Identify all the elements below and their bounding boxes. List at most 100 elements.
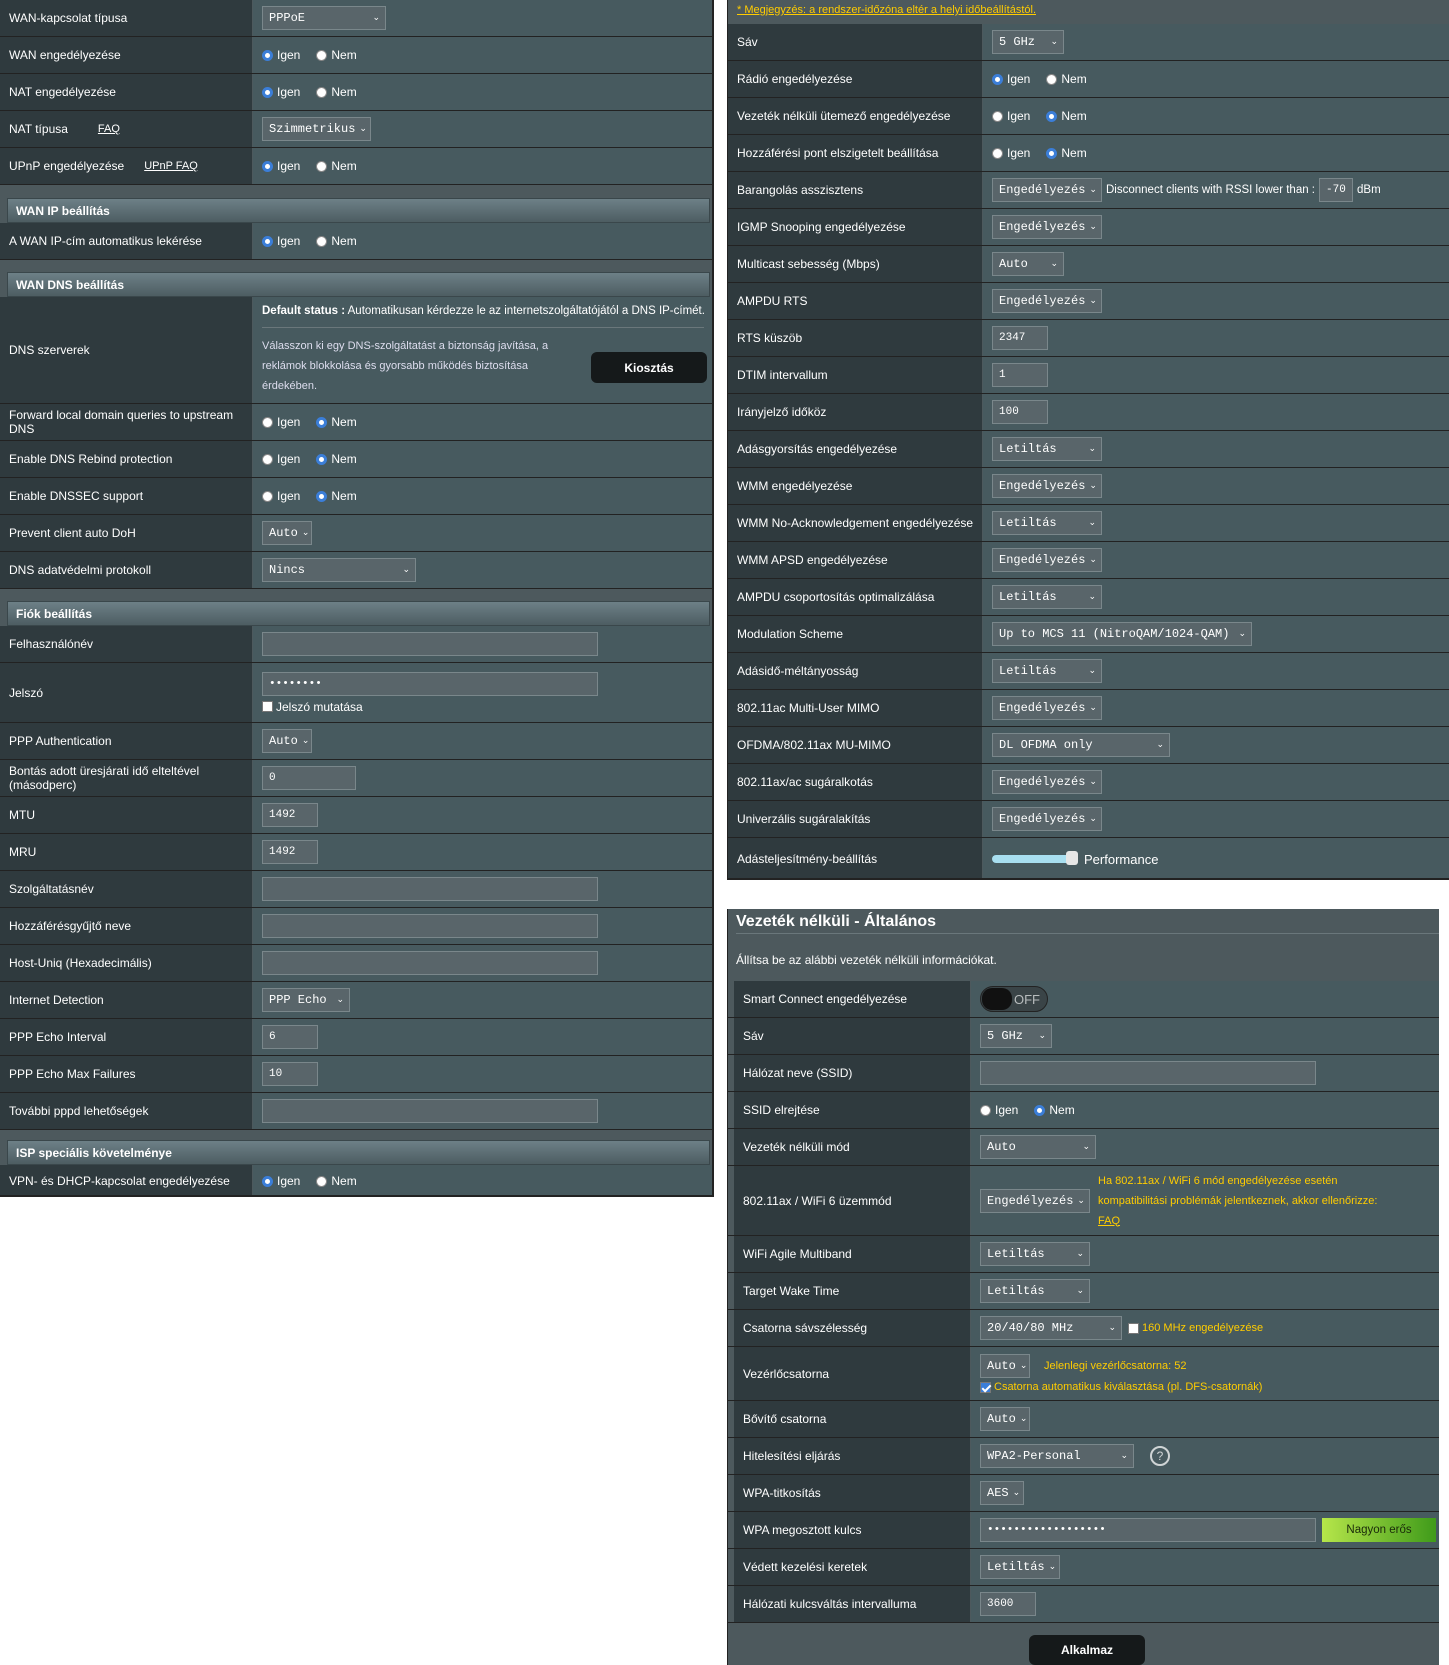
ampdu-opt-select[interactable]: Letiltás ⌄ (992, 585, 1102, 609)
bandwidth-select[interactable]: 20/40/80 MHz ⌄ (980, 1316, 1122, 1340)
univ-beam-select[interactable]: Engedélyezés ⌄ (992, 807, 1102, 831)
slider-handle[interactable] (1066, 851, 1078, 865)
radio-no[interactable]: Nem (1046, 72, 1087, 86)
wmm-apsd-select[interactable]: Engedélyezés ⌄ (992, 548, 1102, 572)
radio-yes[interactable]: Igen (262, 452, 300, 466)
rssi-input[interactable]: -70 (1319, 178, 1354, 202)
service-input[interactable] (262, 877, 598, 901)
apply-button[interactable]: Alkalmaz (1029, 1635, 1145, 1665)
160mhz-checkbox[interactable]: 160 MHz engedélyezése (1128, 1322, 1263, 1334)
echo-fail-input[interactable]: 10 (262, 1062, 318, 1086)
radio-no[interactable]: Nem (1046, 109, 1087, 123)
igmp-select[interactable]: Engedélyezés ⌄ (992, 215, 1102, 239)
assign-button[interactable]: Kiosztás (591, 352, 707, 383)
modulation-select[interactable]: Up to MCS 11 (NitroQAM/1024-QAM) ⌄ (992, 622, 1252, 646)
idle-input[interactable]: 0 (262, 766, 356, 790)
mru-input[interactable]: 1492 (262, 840, 318, 864)
echo-interval-input[interactable]: 6 (262, 1025, 318, 1049)
chevron-down-icon: ⌄ (1089, 296, 1097, 306)
radio-yes[interactable]: Igen (992, 109, 1030, 123)
multicast-select[interactable]: Auto ⌄ (992, 252, 1064, 276)
chevron-down-icon: ⌄ (1089, 777, 1097, 787)
chevron-down-icon: ⌄ (359, 124, 367, 134)
beacon-input[interactable]: 100 (992, 400, 1048, 424)
radio-yes[interactable]: Igen (262, 489, 300, 503)
radio-yes[interactable]: Igen (262, 85, 300, 99)
radio-no[interactable]: Nem (316, 234, 357, 248)
chevron-down-icon: ⌄ (1012, 1488, 1021, 1498)
radio-yes[interactable]: Igen (992, 146, 1030, 160)
radio-yes[interactable]: Igen (262, 234, 300, 248)
radio-yes[interactable]: Igen (262, 415, 300, 429)
radio-no[interactable]: Nem (316, 489, 357, 503)
radio-no[interactable]: Nem (316, 1174, 357, 1188)
show-password-checkbox[interactable]: Jelszó mutatása (262, 700, 363, 714)
mtu-input[interactable]: 1492 (262, 803, 318, 827)
chevron-down-icon: ⌄ (1089, 481, 1097, 491)
dns-privacy-select[interactable]: Nincs ⌄ (262, 558, 416, 582)
mode-select[interactable]: Auto ⌄ (980, 1135, 1096, 1159)
upnp-faq-link[interactable]: UPnP FAQ (144, 159, 198, 173)
radio-yes[interactable]: Igen (262, 1174, 300, 1188)
chevron-down-icon: ⌄ (1088, 592, 1096, 602)
roaming-select[interactable]: Engedélyezés ⌄ (992, 178, 1102, 202)
row-label: WiFi Agile Multiband (734, 1236, 970, 1272)
band-select[interactable]: 5 GHz ⌄ (980, 1024, 1052, 1048)
page-title: Vezeték nélküli - Általános (736, 913, 937, 930)
psk-input[interactable]: •••••••••••••••••• (980, 1518, 1316, 1542)
timezone-note[interactable]: * Megjegyzés: a rendszer-időzóna eltér a… (737, 4, 1036, 22)
auth-select[interactable]: WPA2-Personal ⌄ (980, 1444, 1134, 1468)
band-select[interactable]: 5 GHz ⌄ (992, 30, 1064, 54)
ext-channel-select[interactable]: Auto ⌄ (980, 1407, 1030, 1431)
rekey-input[interactable]: 3600 (980, 1592, 1036, 1616)
ampdu-rts-select[interactable]: Engedélyezés ⌄ (992, 289, 1102, 313)
control-channel-select[interactable]: Auto ⌄ (980, 1354, 1030, 1378)
beamform-select[interactable]: Engedélyezés ⌄ (992, 770, 1102, 794)
wifi6-select[interactable]: Engedélyezés ⌄ (980, 1188, 1090, 1213)
airtime-select[interactable]: Letiltás ⌄ (992, 659, 1102, 683)
smart-connect-toggle[interactable]: OFF (980, 986, 1048, 1012)
host-uniq-input[interactable] (262, 951, 598, 975)
wpa-enc-select[interactable]: AES ⌄ (980, 1481, 1024, 1505)
ac-name-input[interactable] (262, 914, 598, 938)
radio-yes[interactable]: Igen (262, 48, 300, 62)
ofdma-select[interactable]: DL OFDMA only ⌄ (992, 733, 1170, 757)
radio-no[interactable]: Nem (1034, 1103, 1075, 1117)
section-header-wan-ip: WAN IP beállítás (7, 198, 710, 223)
radio-no[interactable]: Nem (316, 452, 357, 466)
radio-no[interactable]: Nem (1046, 146, 1087, 160)
tx-power-slider[interactable] (992, 851, 1078, 865)
rts-input[interactable]: 2347 (992, 326, 1048, 350)
pmf-select[interactable]: Letiltás ⌄ (980, 1555, 1060, 1579)
radio-no[interactable]: Nem (316, 48, 357, 62)
doh-select[interactable]: Auto ⌄ (262, 521, 312, 545)
ssid-input[interactable] (980, 1061, 1316, 1085)
radio-no[interactable]: Nem (316, 415, 357, 429)
password-input[interactable]: •••••••• (262, 671, 598, 696)
faq-link[interactable]: FAQ (1098, 1215, 1120, 1227)
agile-select[interactable]: Letiltás ⌄ (980, 1242, 1090, 1266)
help-icon[interactable]: ? (1150, 1446, 1170, 1466)
mumimo-select[interactable]: Engedélyezés ⌄ (992, 696, 1102, 720)
radio-no[interactable]: Nem (316, 159, 357, 173)
radio-yes[interactable]: Igen (262, 159, 300, 173)
twt-row: Target Wake Time Letiltás ⌄ (728, 1273, 1439, 1310)
ppp-auth-select[interactable]: Auto ⌄ (262, 729, 312, 753)
inet-detect-select[interactable]: PPP Echo ⌄ (262, 988, 350, 1012)
auto-channel-checkbox[interactable]: Csatorna automatikus kiválasztása (pl. D… (980, 1381, 1262, 1393)
nat-type-select[interactable]: Szimmetrikus ⌄ (262, 117, 371, 141)
faq-link[interactable]: FAQ (98, 122, 120, 136)
radio-no[interactable]: Nem (316, 85, 357, 99)
username-input[interactable] (262, 632, 598, 656)
row-label: Adásteljesítmény-beállítás (728, 838, 982, 878)
wmm-noack-select[interactable]: Letiltás ⌄ (992, 511, 1102, 535)
wmm-select[interactable]: Engedélyezés ⌄ (992, 474, 1102, 498)
radio-yes[interactable]: Igen (992, 72, 1030, 86)
host-uniq-row: Host-Uniq (Hexadecimális) (0, 945, 712, 982)
twt-select[interactable]: Letiltás ⌄ (980, 1279, 1090, 1303)
dtim-input[interactable]: 1 (992, 363, 1048, 387)
pppd-input[interactable] (262, 1099, 598, 1123)
tx-burst-select[interactable]: Letiltás ⌄ (992, 437, 1102, 461)
wan-type-select[interactable]: PPPoE ⌄ (262, 6, 386, 30)
radio-yes[interactable]: Igen (980, 1103, 1018, 1117)
